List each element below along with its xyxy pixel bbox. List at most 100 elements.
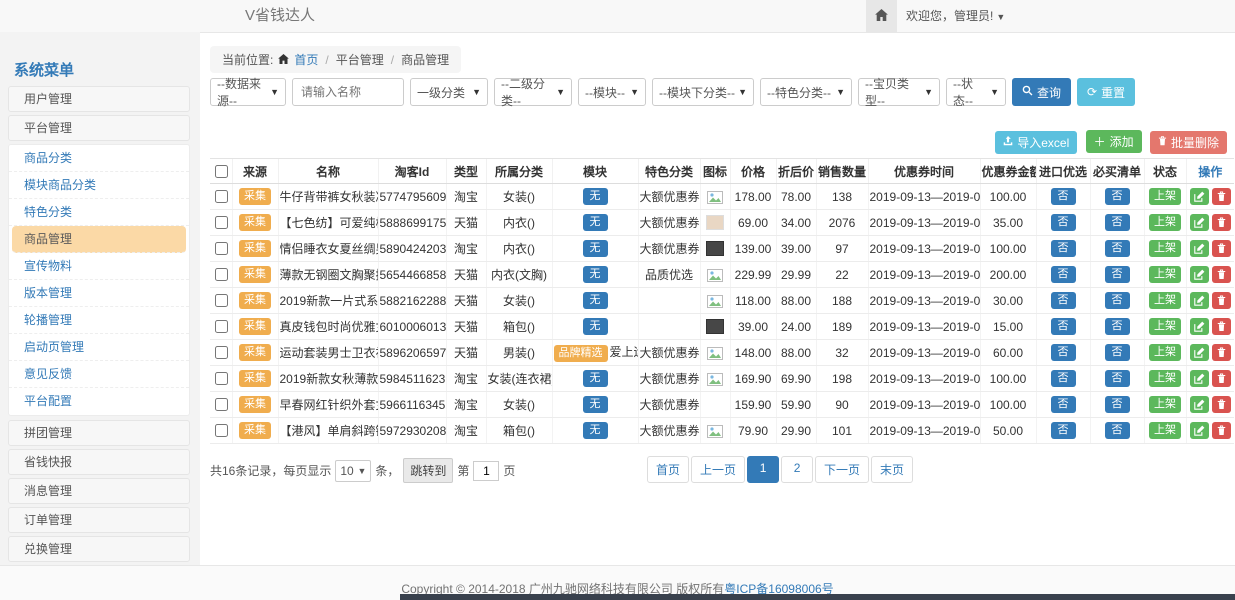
select-all-checkbox[interactable] — [215, 165, 228, 178]
filter-select-feature-category[interactable]: --特色分类--▼ — [760, 78, 852, 106]
row-checkbox[interactable] — [215, 398, 228, 411]
row-checkbox[interactable] — [215, 424, 228, 437]
per-page-select[interactable]: 10▼ — [335, 460, 371, 482]
delete-button[interactable] — [1212, 370, 1231, 387]
edit-button[interactable] — [1190, 266, 1209, 283]
jump-page-input[interactable] — [473, 461, 499, 481]
sidebar-item-15[interactable]: 订单管理 — [8, 507, 190, 533]
sidebar-item-13[interactable]: 省钱快报 — [8, 449, 190, 475]
must-buy-toggle[interactable]: 否 — [1105, 188, 1130, 205]
import-excel-button[interactable]: 导入excel — [995, 131, 1077, 154]
edit-button[interactable] — [1190, 292, 1209, 309]
jump-button[interactable]: 跳转到 — [403, 458, 453, 483]
filter-select-data-source[interactable]: --数据来源--▼ — [210, 78, 286, 106]
page-button-5[interactable]: 末页 — [871, 456, 913, 483]
imported-toggle[interactable]: 否 — [1051, 396, 1076, 413]
sidebar-item-14[interactable]: 消息管理 — [8, 478, 190, 504]
must-buy-toggle[interactable]: 否 — [1105, 344, 1130, 361]
delete-button[interactable] — [1212, 214, 1231, 231]
filter-select-module-subcategory[interactable]: --模块下分类--▼ — [652, 78, 754, 106]
name-search-input[interactable] — [292, 78, 404, 106]
status-badge[interactable]: 上架 — [1149, 266, 1181, 283]
edit-button[interactable] — [1190, 214, 1209, 231]
search-button[interactable]: 查询 — [1012, 78, 1071, 106]
delete-button[interactable] — [1212, 240, 1231, 257]
sidebar-subitem-6[interactable]: 宣传物料 — [9, 253, 189, 280]
edit-button[interactable] — [1190, 370, 1209, 387]
imported-toggle[interactable]: 否 — [1051, 188, 1076, 205]
imported-toggle[interactable]: 否 — [1051, 318, 1076, 335]
status-badge[interactable]: 上架 — [1149, 292, 1181, 309]
sidebar-subitem-9[interactable]: 启动页管理 — [9, 334, 189, 361]
sidebar-subitem-7[interactable]: 版本管理 — [9, 280, 189, 307]
delete-button[interactable] — [1212, 344, 1231, 361]
imported-toggle[interactable]: 否 — [1051, 240, 1076, 257]
delete-button[interactable] — [1212, 188, 1231, 205]
imported-toggle[interactable]: 否 — [1051, 370, 1076, 387]
row-checkbox[interactable] — [215, 242, 228, 255]
imported-toggle[interactable]: 否 — [1051, 214, 1076, 231]
must-buy-toggle[interactable]: 否 — [1105, 396, 1130, 413]
filter-select-status[interactable]: --状态--▼ — [946, 78, 1006, 106]
status-badge[interactable]: 上架 — [1149, 344, 1181, 361]
imported-toggle[interactable]: 否 — [1051, 266, 1076, 283]
batch-delete-button[interactable]: 批量删除 — [1150, 131, 1227, 154]
status-badge[interactable]: 上架 — [1149, 370, 1181, 387]
sidebar-subitem-4[interactable]: 特色分类 — [9, 199, 189, 226]
edit-button[interactable] — [1190, 344, 1209, 361]
row-checkbox[interactable] — [215, 216, 228, 229]
sidebar-subitem-3[interactable]: 模块商品分类 — [9, 172, 189, 199]
status-badge[interactable]: 上架 — [1149, 422, 1181, 439]
must-buy-toggle[interactable]: 否 — [1105, 266, 1130, 283]
edit-button[interactable] — [1190, 422, 1209, 439]
status-badge[interactable]: 上架 — [1149, 240, 1181, 257]
imported-toggle[interactable]: 否 — [1051, 344, 1076, 361]
row-checkbox[interactable] — [215, 294, 228, 307]
status-badge[interactable]: 上架 — [1149, 214, 1181, 231]
must-buy-toggle[interactable]: 否 — [1105, 292, 1130, 309]
edit-button[interactable] — [1190, 188, 1209, 205]
must-buy-toggle[interactable]: 否 — [1105, 422, 1130, 439]
page-button-1[interactable]: 上一页 — [691, 456, 745, 483]
filter-select-module[interactable]: --模块--▼ — [578, 78, 646, 106]
filter-select-level2-category[interactable]: --二级分类--▼ — [494, 78, 572, 106]
row-checkbox[interactable] — [215, 190, 228, 203]
imported-toggle[interactable]: 否 — [1051, 422, 1076, 439]
delete-button[interactable] — [1212, 422, 1231, 439]
row-checkbox[interactable] — [215, 268, 228, 281]
edit-button[interactable] — [1190, 396, 1209, 413]
status-badge[interactable]: 上架 — [1149, 396, 1181, 413]
sidebar-subitem-5[interactable]: 商品管理 — [12, 226, 186, 253]
must-buy-toggle[interactable]: 否 — [1105, 240, 1130, 257]
breadcrumb-home-link[interactable]: 首页 — [294, 51, 318, 68]
must-buy-toggle[interactable]: 否 — [1105, 318, 1130, 335]
edit-button[interactable] — [1190, 240, 1209, 257]
sidebar-subitem-11[interactable]: 平台配置 — [9, 388, 189, 415]
status-badge[interactable]: 上架 — [1149, 318, 1181, 335]
filter-select-level1-category[interactable]: 一级分类▼ — [410, 78, 488, 106]
filter-select-item-type[interactable]: --宝贝类型--▼ — [858, 78, 940, 106]
page-button-3[interactable]: 2 — [781, 456, 813, 483]
page-button-0[interactable]: 首页 — [647, 456, 689, 483]
page-button-2[interactable]: 1 — [747, 456, 779, 483]
edit-button[interactable] — [1190, 318, 1209, 335]
row-checkbox[interactable] — [215, 320, 228, 333]
sidebar-item-0[interactable]: 用户管理 — [8, 86, 190, 112]
status-badge[interactable]: 上架 — [1149, 188, 1181, 205]
must-buy-toggle[interactable]: 否 — [1105, 214, 1130, 231]
sidebar-subitem-2[interactable]: 商品分类 — [9, 145, 189, 172]
imported-toggle[interactable]: 否 — [1051, 292, 1076, 309]
sidebar-item-16[interactable]: 兑换管理 — [8, 536, 190, 562]
page-button-4[interactable]: 下一页 — [815, 456, 869, 483]
delete-button[interactable] — [1212, 318, 1231, 335]
user-menu[interactable]: 欢迎您，管理员!▼ — [906, 0, 1005, 33]
sidebar-item-12[interactable]: 拼团管理 — [8, 420, 190, 446]
row-checkbox[interactable] — [215, 372, 228, 385]
delete-button[interactable] — [1212, 292, 1231, 309]
must-buy-toggle[interactable]: 否 — [1105, 370, 1130, 387]
sidebar-subitem-10[interactable]: 意见反馈 — [9, 361, 189, 388]
sidebar-item-1[interactable]: 平台管理 — [8, 115, 190, 141]
add-button[interactable]: ＋ 添加 — [1086, 130, 1142, 153]
sidebar-subitem-8[interactable]: 轮播管理 — [9, 307, 189, 334]
reset-button[interactable]: ⟳ 重置 — [1077, 78, 1135, 106]
